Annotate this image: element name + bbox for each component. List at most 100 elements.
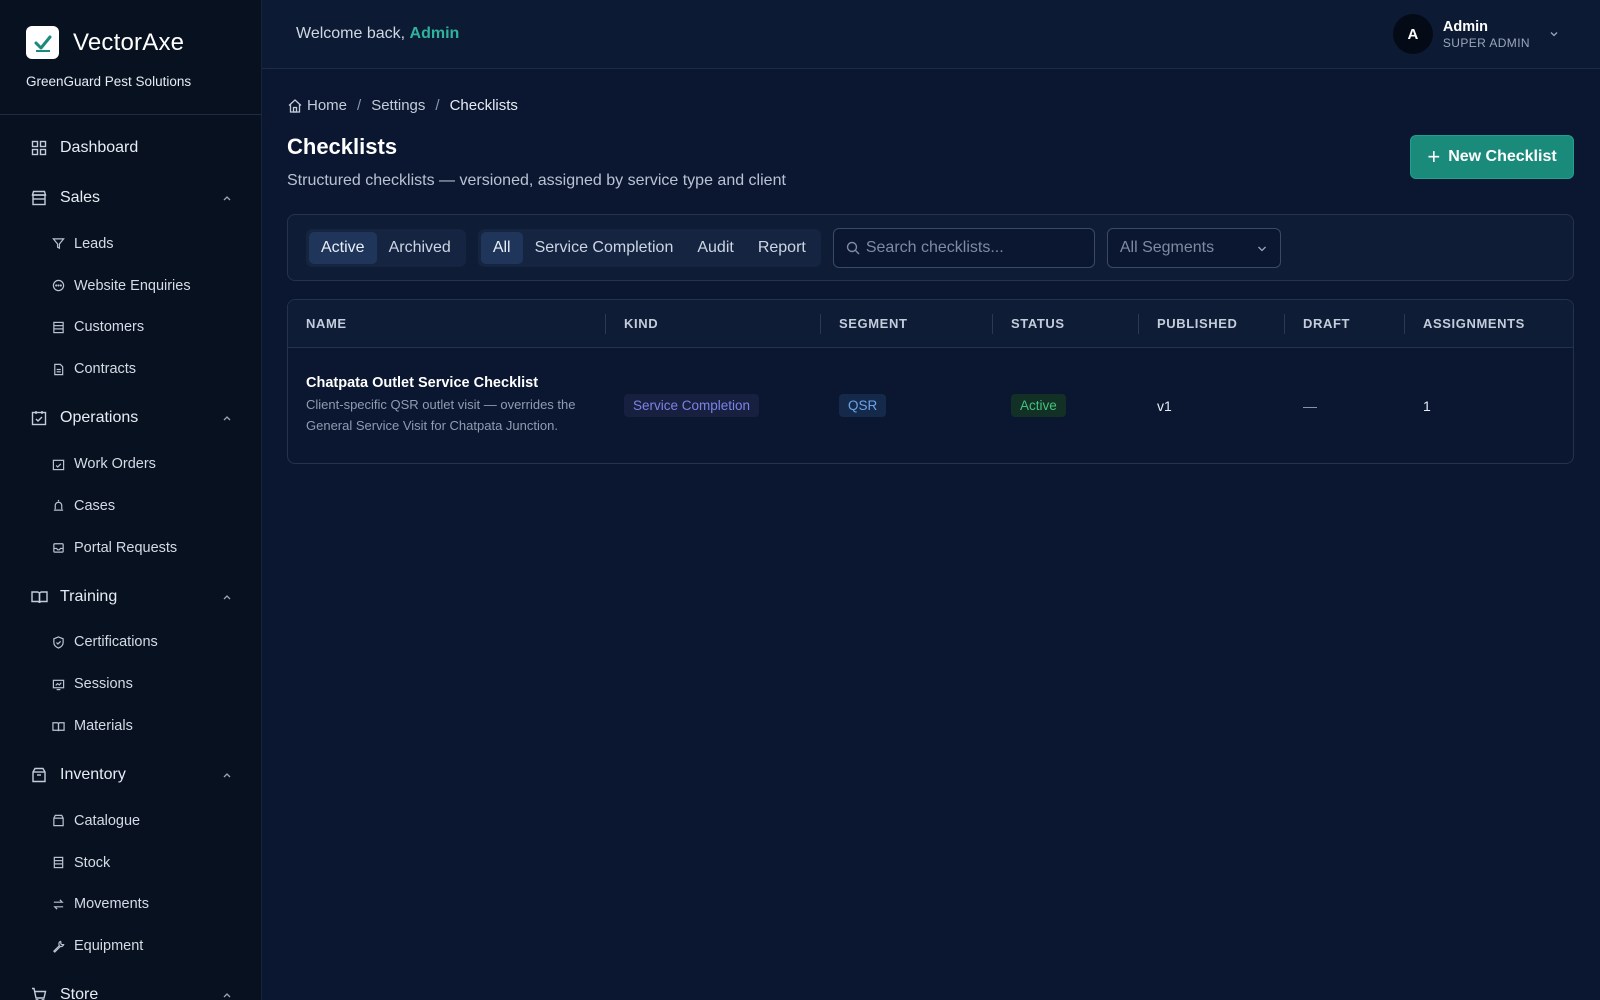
avatar: A bbox=[1392, 14, 1433, 54]
user-name: Admin bbox=[1442, 18, 1489, 35]
welcome-text: Welcome back, bbox=[296, 25, 406, 42]
calendar-check-icon bbox=[51, 457, 65, 471]
cell-segment: QSR bbox=[821, 394, 993, 417]
sidebar-item-label: Sales bbox=[60, 189, 101, 206]
sidebar-nav: Dashboard Sales Leads Website Enquiries bbox=[0, 115, 261, 1000]
topbar: Welcome back, Admin A Admin SUPER ADMIN bbox=[262, 0, 1600, 69]
sidebar-item-sessions[interactable]: Sessions bbox=[0, 663, 261, 705]
funnel-icon bbox=[51, 237, 65, 251]
cell-published: v1 bbox=[1157, 397, 1172, 414]
sidebar-group-operations[interactable]: Operations bbox=[0, 393, 261, 443]
new-checklist-label: New Checklist bbox=[1448, 148, 1557, 165]
user-menu[interactable]: A Admin SUPER ADMIN bbox=[1392, 14, 1560, 54]
column-header-segment[interactable]: SEGMENT bbox=[821, 313, 993, 334]
sidebar-item-equipment[interactable]: Equipment bbox=[0, 925, 261, 967]
sidebar-item-work-orders[interactable]: Work Orders bbox=[0, 443, 261, 485]
box-icon bbox=[51, 814, 65, 828]
chat-bubble-icon bbox=[51, 279, 65, 293]
document-icon bbox=[51, 362, 65, 376]
main-content: Home / Settings / Checklists Checklists … bbox=[287, 69, 1574, 464]
sidebar-item-stock[interactable]: Stock bbox=[0, 842, 261, 884]
column-header-name[interactable]: NAME bbox=[288, 313, 606, 334]
tab-audit[interactable]: Audit bbox=[685, 232, 745, 264]
sidebar-group-sales[interactable]: Sales bbox=[0, 173, 261, 223]
cell-draft: — bbox=[1303, 397, 1317, 414]
sidebar-group-store[interactable]: Store bbox=[0, 970, 261, 1000]
sidebar-item-leads[interactable]: Leads bbox=[0, 223, 261, 265]
sidebar-item-website-enquiries[interactable]: Website Enquiries bbox=[0, 265, 261, 307]
sidebar-item-label: Stock bbox=[74, 854, 111, 871]
segment-select-value: All Segments bbox=[1119, 238, 1215, 256]
tab-service-completion[interactable]: Service Completion bbox=[523, 232, 686, 264]
sidebar-item-certifications[interactable]: Certifications bbox=[0, 622, 261, 664]
chevron-up-icon bbox=[223, 416, 231, 421]
search-input[interactable]: Search checklists... bbox=[832, 227, 1095, 268]
welcome-message: Welcome back, Admin bbox=[296, 25, 459, 43]
breadcrumb-current: Checklists bbox=[449, 97, 518, 114]
breadcrumb-settings[interactable]: Settings bbox=[371, 97, 425, 114]
chevron-down-icon bbox=[1257, 246, 1266, 251]
inbox-icon bbox=[51, 541, 65, 555]
archive-box-icon bbox=[30, 766, 48, 784]
sidebar-item-dashboard[interactable]: Dashboard bbox=[0, 123, 261, 173]
sidebar-item-label: Work Orders bbox=[74, 456, 156, 473]
store-icon bbox=[30, 189, 48, 207]
brand-name: VectorAxe bbox=[73, 28, 185, 56]
sidebar-item-catalogue[interactable]: Catalogue bbox=[0, 800, 261, 842]
chevron-up-icon bbox=[223, 594, 231, 600]
welcome-username: Admin bbox=[409, 25, 460, 42]
sidebar-item-label: Operations bbox=[60, 409, 139, 427]
table-row[interactable]: Chatpata Outlet Service Checklist Client… bbox=[288, 348, 1573, 463]
layers-icon bbox=[51, 856, 65, 870]
checklists-table: NAME KIND SEGMENT STATUS PUBLISHED DRAFT… bbox=[287, 299, 1574, 464]
new-checklist-button[interactable]: + New Checklist bbox=[1410, 135, 1574, 179]
chevron-up-icon bbox=[223, 993, 231, 998]
sidebar-item-contracts[interactable]: Contracts bbox=[0, 348, 261, 390]
arrows-swap-icon bbox=[51, 897, 65, 911]
table-header: NAME KIND SEGMENT STATUS PUBLISHED DRAFT… bbox=[288, 300, 1573, 348]
segment-select[interactable]: All Segments bbox=[1106, 227, 1281, 268]
breadcrumb: Home / Settings / Checklists bbox=[287, 97, 1574, 114]
sidebar-group-inventory[interactable]: Inventory bbox=[0, 750, 261, 800]
cell-name: Chatpata Outlet Service Checklist Client… bbox=[288, 375, 606, 436]
chevron-down-icon bbox=[1550, 32, 1558, 37]
sidebar-item-label: Catalogue bbox=[74, 812, 141, 829]
segment-badge: QSR bbox=[839, 394, 887, 417]
breadcrumb-separator: / bbox=[357, 97, 362, 114]
sidebar-group-training[interactable]: Training bbox=[0, 572, 261, 622]
sidebar-item-label: Movements bbox=[74, 896, 149, 913]
sidebar-item-label: Training bbox=[60, 587, 118, 605]
state-tabs: Active Archived bbox=[306, 228, 466, 267]
column-header-draft[interactable]: DRAFT bbox=[1285, 313, 1405, 334]
sidebar: VectorAxe GreenGuard Pest Solutions Dash… bbox=[0, 0, 262, 1000]
sidebar-item-label: Contracts bbox=[74, 361, 137, 378]
sidebar-item-customers[interactable]: Customers bbox=[0, 307, 261, 349]
shield-check-icon bbox=[51, 635, 65, 649]
sidebar-item-materials[interactable]: Materials bbox=[0, 705, 261, 747]
page-subtitle: Structured checklists — versioned, assig… bbox=[287, 172, 786, 189]
column-header-published[interactable]: PUBLISHED bbox=[1139, 313, 1285, 334]
calendar-check-icon bbox=[30, 409, 48, 427]
sidebar-item-movements[interactable]: Movements bbox=[0, 884, 261, 926]
cell-assignments: 1 bbox=[1423, 397, 1431, 414]
breadcrumb-separator: / bbox=[435, 97, 440, 114]
tab-active[interactable]: Active bbox=[309, 231, 377, 264]
sidebar-item-cases[interactable]: Cases bbox=[0, 485, 261, 527]
sidebar-item-label: Customers bbox=[74, 319, 145, 336]
breadcrumb-home[interactable]: Home bbox=[307, 97, 347, 114]
column-header-assignments[interactable]: ASSIGNMENTS bbox=[1405, 314, 1573, 334]
column-header-kind[interactable]: KIND bbox=[606, 313, 821, 334]
page-title: Checklists bbox=[287, 134, 398, 159]
search-icon bbox=[846, 241, 860, 254]
column-header-status[interactable]: STATUS bbox=[993, 313, 1139, 334]
kind-badge: Service Completion bbox=[624, 394, 760, 417]
tab-all[interactable]: All bbox=[480, 231, 523, 264]
sidebar-item-label: Cases bbox=[74, 497, 116, 514]
sidebar-item-portal-requests[interactable]: Portal Requests bbox=[0, 527, 261, 569]
org-name: GreenGuard Pest Solutions bbox=[26, 74, 192, 89]
checklist-name[interactable]: Chatpata Outlet Service Checklist bbox=[306, 375, 606, 391]
user-role: SUPER ADMIN bbox=[1442, 35, 1530, 50]
tab-archived[interactable]: Archived bbox=[377, 232, 463, 264]
building-icon bbox=[51, 320, 65, 334]
tab-report[interactable]: Report bbox=[746, 232, 818, 264]
